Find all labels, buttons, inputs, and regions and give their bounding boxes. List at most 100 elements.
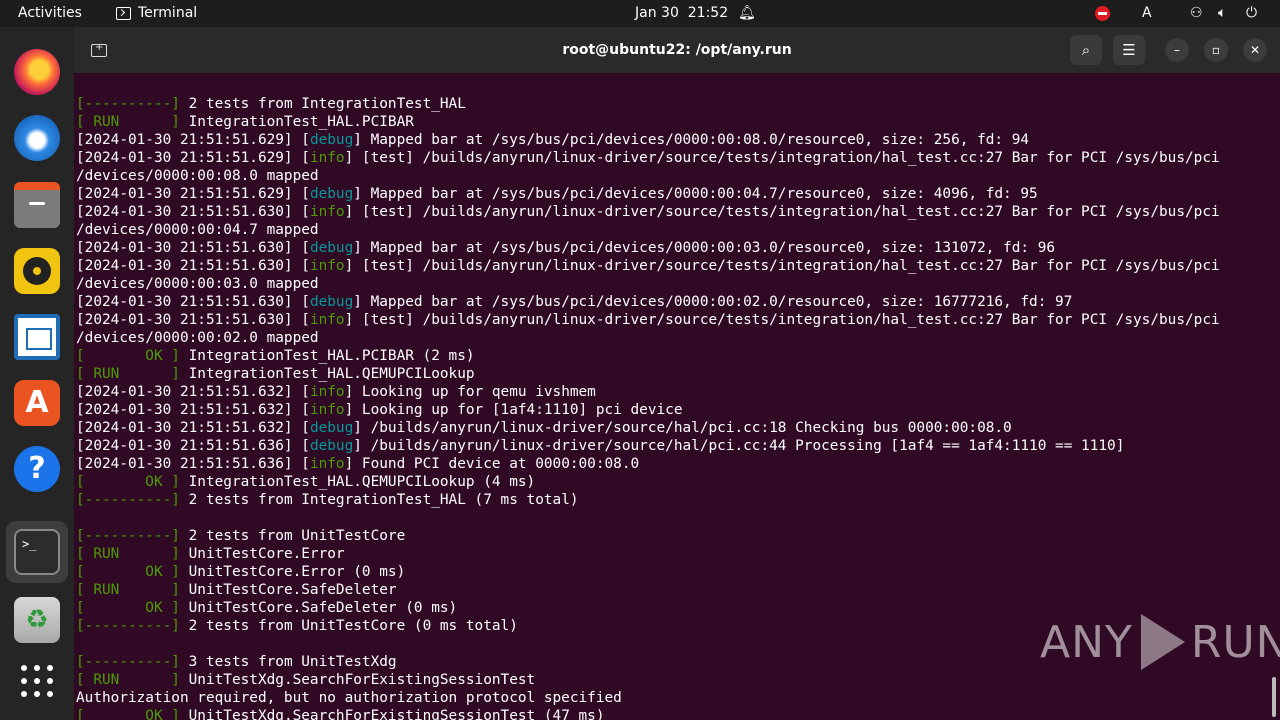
terminal-text: [2024-01-30 21:51:51.629] [ (76, 186, 310, 202)
terminal-text: UnitTestXdg.SearchForExistingSessionTest (188, 672, 536, 688)
terminal-text: 2 tests from IntegrationTest_HAL (7 ms t… (188, 492, 579, 508)
activities-button[interactable]: Activities (18, 0, 82, 27)
search-button[interactable]: ⌕ (1070, 35, 1102, 65)
power-icon[interactable]: ⏻ (1246, 0, 1257, 27)
terminal-text: [2024-01-30 21:51:51.636] [ (76, 438, 310, 454)
terminal-text: info (309, 150, 345, 166)
terminal-text: UnitTestCore.Error (0 ms) (188, 564, 406, 580)
terminal-output[interactable]: [----------] 2 tests from IntegrationTes… (74, 73, 1280, 720)
dock-terminal-active[interactable]: >_ (6, 521, 68, 583)
files-icon[interactable] (14, 182, 60, 228)
recording-icon[interactable] (1095, 6, 1110, 21)
terminal-text: UnitTestXdg.SearchForExistingSessionTest… (188, 708, 605, 720)
thunderbird-icon[interactable] (14, 115, 60, 161)
terminal-text: info (309, 258, 345, 274)
terminal-line: [2024-01-30 21:51:51.630] [info] [test] … (76, 311, 1220, 329)
terminal-line: [ OK ] UnitTestXdg.SearchForExistingSess… (76, 707, 1220, 720)
terminal-line: /devices/0000:00:03.0 mapped (76, 275, 1220, 293)
terminal-text: [----------] (76, 492, 189, 508)
terminal-text: /devices/0000:00:02.0 mapped (76, 330, 319, 346)
firefox-icon[interactable] (14, 49, 60, 95)
terminal-text: [ OK ] (76, 474, 189, 490)
terminal-text: [2024-01-30 21:51:51.629] [ (76, 150, 310, 166)
terminal-text: [2024-01-30 21:51:51.636] [ (76, 456, 310, 472)
bell-icon[interactable]: 🔔︎ (738, 0, 756, 27)
terminal-text: [ RUN ] (76, 114, 189, 130)
terminal-line: [2024-01-30 21:51:51.629] [debug] Mapped… (76, 131, 1220, 149)
terminal-text: info (309, 456, 345, 472)
clock[interactable]: Jan 30 21:52 (635, 0, 728, 27)
terminal-text: [ RUN ] (76, 582, 189, 598)
terminal-text: info (309, 312, 345, 328)
terminal-text: [ OK ] (76, 708, 189, 720)
terminal-line: [2024-01-30 21:51:51.630] [debug] Mapped… (76, 293, 1220, 311)
terminal-line: [2024-01-30 21:51:51.632] [info] Looking… (76, 383, 1220, 401)
terminal-text: debug (309, 294, 354, 310)
trash-icon[interactable]: ♻ (14, 597, 60, 643)
top-bar: Activities Terminal Jan 30 21:52 🔔︎ A ⚇ … (0, 0, 1280, 27)
terminal-line: [2024-01-30 21:51:51.632] [debug] /build… (76, 419, 1220, 437)
terminal-text: /devices/0000:00:08.0 mapped (76, 168, 319, 184)
terminal-text: ] Mapped bar at /sys/bus/pci/devices/000… (353, 294, 1073, 310)
watermark-right: RUN (1190, 616, 1280, 668)
ubuntu-software-icon[interactable]: A (14, 380, 60, 426)
terminal-line: [ RUN ] UnitTestCore.SafeDeleter (76, 581, 1220, 599)
terminal-text: ] Looking up for qemu ivshmem (344, 384, 596, 400)
terminal-line: [2024-01-30 21:51:51.630] [info] [test] … (76, 257, 1220, 275)
terminal-text: ] Mapped bar at /sys/bus/pci/devices/000… (353, 240, 1056, 256)
show-applications-icon[interactable] (21, 665, 53, 697)
terminal-line: [----------] 2 tests from UnitTestCore (76, 527, 1220, 545)
anyrun-watermark: ANY RUN (1040, 610, 1280, 674)
terminal-text: 2 tests from IntegrationTest_HAL (188, 96, 466, 112)
terminal-line: [ RUN ] IntegrationTest_HAL.PCIBAR (76, 113, 1220, 131)
minimize-button[interactable]: – (1165, 38, 1189, 62)
terminal-line: [2024-01-30 21:51:51.629] [debug] Mapped… (76, 185, 1220, 203)
volume-icon[interactable]: 🔈︎ (1218, 0, 1226, 27)
terminal-text: Authorization required, but no authoriza… (76, 690, 622, 706)
input-language-indicator[interactable]: A (1142, 0, 1152, 27)
rhythmbox-icon[interactable] (14, 248, 60, 294)
terminal-line: /devices/0000:00:02.0 mapped (76, 329, 1220, 347)
terminal-text: [2024-01-30 21:51:51.632] [ (76, 384, 310, 400)
terminal-text: debug (309, 420, 354, 436)
terminal-text: [ RUN ] (76, 366, 189, 382)
watermark-left: ANY (1040, 616, 1133, 668)
help-icon[interactable]: ? (14, 446, 60, 492)
terminal-text: IntegrationTest_HAL.QEMUPCILookup (4 ms) (188, 474, 536, 490)
terminal-line: [2024-01-30 21:51:51.630] [info] [test] … (76, 203, 1220, 221)
terminal-text: info (309, 402, 345, 418)
terminal-text: ] [test] /builds/anyrun/linux-driver/sou… (344, 312, 1220, 328)
network-icon[interactable]: ⚇ (1190, 0, 1203, 27)
terminal-text: ] /builds/anyrun/linux-driver/source/hal… (353, 438, 1125, 454)
new-tab-button[interactable] (84, 36, 114, 64)
scrollbar[interactable] (1272, 677, 1276, 717)
terminal-text: [----------] (76, 96, 189, 112)
terminal-text: UnitTestCore.SafeDeleter (188, 582, 397, 598)
terminal-text: ] Found PCI device at 0000:00:08.0 (344, 456, 640, 472)
libreoffice-writer-icon[interactable] (14, 314, 60, 360)
terminal-text: ] /builds/anyrun/linux-driver/source/hal… (353, 420, 1012, 436)
terminal-text: [----------] (76, 618, 189, 634)
app-menu-terminal[interactable]: Terminal (116, 0, 197, 27)
terminal-text: [2024-01-30 21:51:51.629] [ (76, 132, 310, 148)
terminal-line: /devices/0000:00:04.7 mapped (76, 221, 1220, 239)
terminal-text: [ OK ] (76, 600, 189, 616)
terminal-text: ] [test] /builds/anyrun/linux-driver/sou… (344, 204, 1220, 220)
menu-button[interactable]: ☰ (1113, 35, 1145, 65)
terminal-text: /devices/0000:00:03.0 mapped (76, 276, 319, 292)
terminal-text: [----------] (76, 528, 189, 544)
terminal-text: ] Looking up for [1af4:1110] pci device (344, 402, 683, 418)
terminal-text: ] [test] /builds/anyrun/linux-driver/sou… (344, 258, 1220, 274)
terminal-icon[interactable]: >_ (14, 529, 60, 575)
terminal-line: [----------] 2 tests from IntegrationTes… (76, 95, 1220, 113)
clock-date: Jan 30 (635, 5, 679, 21)
maximize-button[interactable]: ▫ (1204, 38, 1228, 62)
terminal-text: debug (309, 438, 354, 454)
terminal-icon (116, 7, 131, 20)
close-button[interactable]: ✕ (1243, 38, 1267, 62)
terminal-text: [2024-01-30 21:51:51.630] [ (76, 258, 310, 274)
terminal-text: ] Mapped bar at /sys/bus/pci/devices/000… (353, 132, 1030, 148)
play-icon (1140, 614, 1185, 670)
terminal-text: [2024-01-30 21:51:51.630] [ (76, 204, 310, 220)
terminal-text: [2024-01-30 21:51:51.630] [ (76, 312, 310, 328)
